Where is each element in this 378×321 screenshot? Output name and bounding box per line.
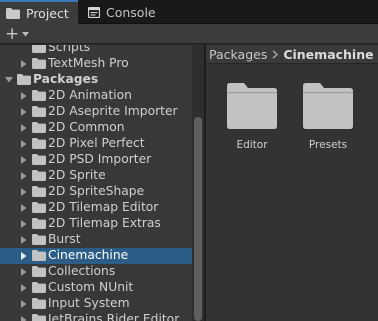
tree-row-label: Cinemachine [48, 248, 129, 262]
tree-row-label: Input System [48, 296, 130, 310]
folder-icon [32, 58, 46, 69]
expand-arrow-right-icon[interactable] [20, 284, 28, 292]
tree-row[interactable]: 2D Animation [0, 88, 192, 104]
tree-row-label: 2D Tilemap Editor [48, 200, 159, 214]
tree-row[interactable]: 2D SpriteShape [0, 184, 192, 200]
folder-icon [32, 266, 46, 277]
folder-icon [17, 74, 31, 85]
tree-row[interactable]: Cinemachine [0, 248, 192, 264]
tree-row-label: 2D PSD Importer [48, 152, 152, 166]
folder-icon [6, 7, 20, 19]
tree-row[interactable]: Burst [0, 232, 192, 248]
tree-row-label: 2D Animation [48, 88, 132, 102]
project-toolbar: + [0, 24, 378, 44]
tree-row[interactable]: 2D Pixel Perfect [0, 136, 192, 152]
expand-arrow-right-icon[interactable] [20, 300, 28, 308]
add-asset-button[interactable]: + [2, 25, 32, 43]
chevron-right-icon [272, 49, 279, 59]
tree-row-label: Custom NUnit [48, 280, 134, 294]
folder-icon [32, 202, 46, 213]
tab-project-label: Project [26, 5, 69, 21]
tree-row-label: JetBrains Rider Editor [48, 312, 180, 321]
folder-icon [32, 138, 46, 149]
folder-icon [32, 186, 46, 197]
tree-row-label: Packages [33, 72, 99, 86]
tree-row[interactable]: 2D PSD Importer [0, 152, 192, 168]
console-icon [88, 6, 100, 18]
tree-row-label: 2D SpriteShape [48, 184, 145, 198]
folder-icon [32, 298, 46, 309]
expand-arrow-right-icon[interactable] [20, 60, 28, 68]
asset-folder-presets[interactable]: Presets [298, 83, 358, 151]
folder-tree[interactable]: Scripts TextMesh Pro Packages 2D Animation 2… [0, 45, 192, 321]
expand-arrow-right-icon[interactable] [20, 236, 28, 244]
tree-row-label: 2D Aseprite Importer [48, 104, 178, 118]
asset-label: Editor [236, 139, 268, 151]
tree-row[interactable]: 2D Aseprite Importer [0, 104, 192, 120]
chevron-down-icon [22, 31, 30, 36]
expand-arrow-right-icon[interactable] [20, 92, 28, 100]
tree-row[interactable]: 2D Common [0, 120, 192, 136]
tree-row-label: Burst [48, 232, 81, 246]
tree-row[interactable]: JetBrains Rider Editor [0, 312, 192, 321]
folder-icon [32, 170, 46, 181]
folder-icon [227, 83, 277, 129]
expand-arrow-right-icon[interactable] [20, 268, 28, 276]
folder-icon [32, 154, 46, 165]
folder-icon [32, 234, 46, 245]
plus-icon: + [5, 23, 20, 44]
tab-project[interactable]: Project [0, 0, 78, 24]
expand-arrow-right-icon[interactable] [20, 204, 28, 212]
tree-row[interactable]: Custom NUnit [0, 280, 192, 296]
tree-scrollbar[interactable] [192, 45, 204, 321]
folder-icon [32, 106, 46, 117]
tree-row-label: 2D Tilemap Extras [48, 216, 161, 230]
expand-arrow-right-icon[interactable] [20, 108, 28, 116]
expand-arrow-right-icon[interactable] [20, 124, 28, 132]
expand-arrow-right-icon[interactable] [20, 252, 28, 260]
expand-arrow-right-icon[interactable] [20, 316, 28, 321]
tree-row-label: 2D Sprite [48, 168, 106, 182]
expand-arrow-right-icon[interactable] [20, 220, 28, 228]
tree-row[interactable]: Scripts [0, 45, 192, 56]
folder-icon [303, 83, 353, 129]
folder-icon [32, 282, 46, 293]
folder-icon [32, 122, 46, 133]
breadcrumb-current[interactable]: Cinemachine [283, 47, 373, 62]
tree-row[interactable]: 2D Sprite [0, 168, 192, 184]
tree-row[interactable]: TextMesh Pro [0, 56, 192, 72]
scrollbar-thumb[interactable] [194, 117, 202, 321]
tab-console-label: Console [106, 4, 156, 20]
tree-row-label: Scripts [48, 45, 91, 54]
asset-label: Presets [308, 139, 348, 151]
folder-icon [32, 250, 46, 261]
folder-icon [32, 90, 46, 101]
breadcrumb: Packages Cinemachine [206, 45, 378, 64]
expand-arrow-down-icon[interactable] [5, 76, 13, 84]
expand-arrow-right-icon[interactable] [20, 140, 28, 148]
tree-row-label: 2D Common [48, 120, 125, 134]
tree-row[interactable]: 2D Tilemap Editor [0, 200, 192, 216]
tree-row[interactable]: Packages [0, 72, 192, 88]
folder-icon [32, 45, 46, 53]
expand-arrow-right-icon[interactable] [20, 172, 28, 180]
tree-row-label: Collections [48, 264, 116, 278]
expand-arrow-right-icon[interactable] [20, 188, 28, 196]
tab-console[interactable]: Console [82, 0, 172, 24]
tree-row[interactable]: Input System [0, 296, 192, 312]
tree-row-label: TextMesh Pro [48, 56, 129, 70]
tree-row-label: 2D Pixel Perfect [48, 136, 145, 150]
expand-arrow-right-icon[interactable] [20, 156, 28, 164]
tree-row[interactable]: 2D Tilemap Extras [0, 216, 192, 232]
asset-content-panel: Packages Cinemachine Editor Presets [206, 45, 378, 321]
asset-folder-editor[interactable]: Editor [222, 83, 282, 151]
tree-row[interactable]: Collections [0, 264, 192, 280]
breadcrumb-parent[interactable]: Packages [209, 47, 267, 62]
folder-icon [32, 314, 46, 321]
folder-icon [32, 218, 46, 229]
tab-bar: Project Console [0, 0, 378, 24]
